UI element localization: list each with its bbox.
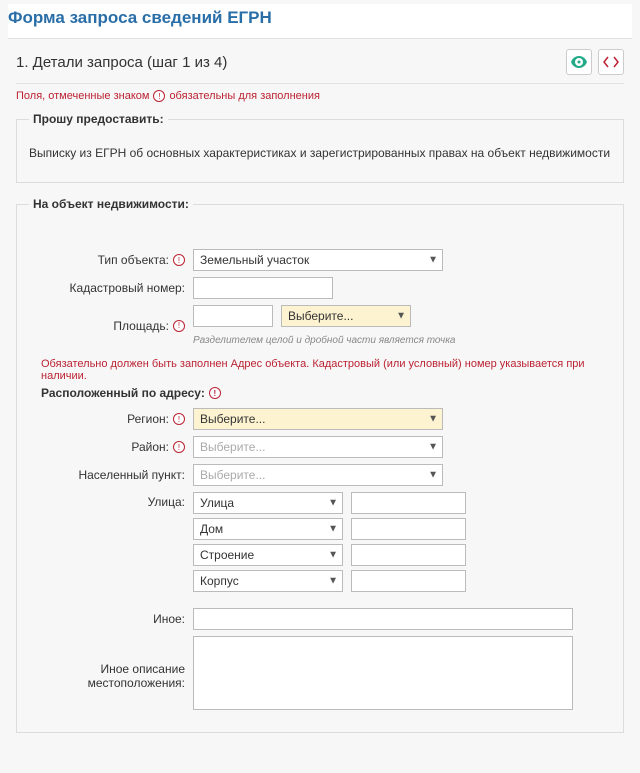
area-unit-select[interactable]: Выберите... ▼ xyxy=(281,305,411,327)
region-label: Регион: ! xyxy=(29,412,193,426)
section-object: На объект недвижимости: Тип объекта: ! З… xyxy=(16,197,624,733)
building-type-select[interactable]: Строение ▼ xyxy=(193,544,343,566)
address-warning: Обязательно должен быть заполнен Адрес о… xyxy=(29,352,611,386)
required-mark-icon: ! xyxy=(173,320,185,332)
building-value-input[interactable] xyxy=(351,544,466,566)
district-label: Район: ! xyxy=(29,440,193,454)
provide-text: Выписку из ЕГРН об основных характеристи… xyxy=(29,140,611,166)
settlement-select[interactable]: Выберите... ▼ xyxy=(193,464,443,486)
chevron-down-icon: ▼ xyxy=(428,470,438,481)
required-mark-icon: ! xyxy=(173,413,185,425)
section-provide-legend: Прошу предоставить: xyxy=(29,112,168,126)
type-select[interactable]: Земельный участок ▼ xyxy=(193,249,443,271)
area-label: Площадь: ! xyxy=(29,319,193,333)
street-type-select[interactable]: Улица ▼ xyxy=(193,492,343,514)
required-mark-icon: ! xyxy=(209,387,221,399)
settlement-label: Населенный пункт: xyxy=(29,468,193,482)
chevron-down-icon: ▼ xyxy=(428,414,438,425)
chevron-down-icon: ▼ xyxy=(396,311,406,322)
chevron-down-icon: ▼ xyxy=(428,442,438,453)
block-type-select[interactable]: Корпус ▼ xyxy=(193,570,343,592)
chevron-down-icon: ▼ xyxy=(328,576,338,587)
area-hint: Разделителем целой и дробной части являе… xyxy=(193,335,456,346)
street-label: Улица: xyxy=(29,492,193,509)
house-value-input[interactable] xyxy=(351,518,466,540)
step-title: 1. Детали запроса (шаг 1 из 4) xyxy=(16,54,227,71)
address-subtitle: Расположенный по адресу: ! xyxy=(29,386,611,400)
other-label: Иное: xyxy=(29,612,193,626)
other-desc-textarea[interactable] xyxy=(193,636,573,710)
required-mark-icon: ! xyxy=(173,441,185,453)
other-input[interactable] xyxy=(193,608,573,630)
area-input[interactable] xyxy=(193,305,273,327)
chevron-down-icon: ▼ xyxy=(428,255,438,266)
page-title: Форма запроса сведений ЕГРН xyxy=(8,4,632,39)
other-desc-label: Иное описание местоположения: xyxy=(29,636,193,690)
required-mark-icon: ! xyxy=(153,90,165,102)
code-icon[interactable] xyxy=(598,49,624,75)
chevron-down-icon: ▼ xyxy=(328,524,338,535)
cadastral-label: Кадастровый номер: xyxy=(29,281,193,295)
type-label: Тип объекта: ! xyxy=(29,253,193,267)
chevron-down-icon: ▼ xyxy=(328,550,338,561)
chevron-down-icon: ▼ xyxy=(328,498,338,509)
step-icons xyxy=(566,49,624,75)
block-value-input[interactable] xyxy=(351,570,466,592)
section-object-legend: На объект недвижимости: xyxy=(29,197,193,211)
house-type-select[interactable]: Дом ▼ xyxy=(193,518,343,540)
street-value-input[interactable] xyxy=(351,492,466,514)
section-provide: Прошу предоставить: Выписку из ЕГРН об о… xyxy=(16,112,624,183)
form-card: 1. Детали запроса (шаг 1 из 4) Поля, отм… xyxy=(8,39,632,757)
eye-icon[interactable] xyxy=(566,49,592,75)
region-select[interactable]: Выберите... ▼ xyxy=(193,408,443,430)
required-note: Поля, отмеченные знаком ! обязательны дл… xyxy=(16,84,624,112)
required-mark-icon: ! xyxy=(173,254,185,266)
district-select[interactable]: Выберите... ▼ xyxy=(193,436,443,458)
cadastral-input[interactable] xyxy=(193,277,333,299)
